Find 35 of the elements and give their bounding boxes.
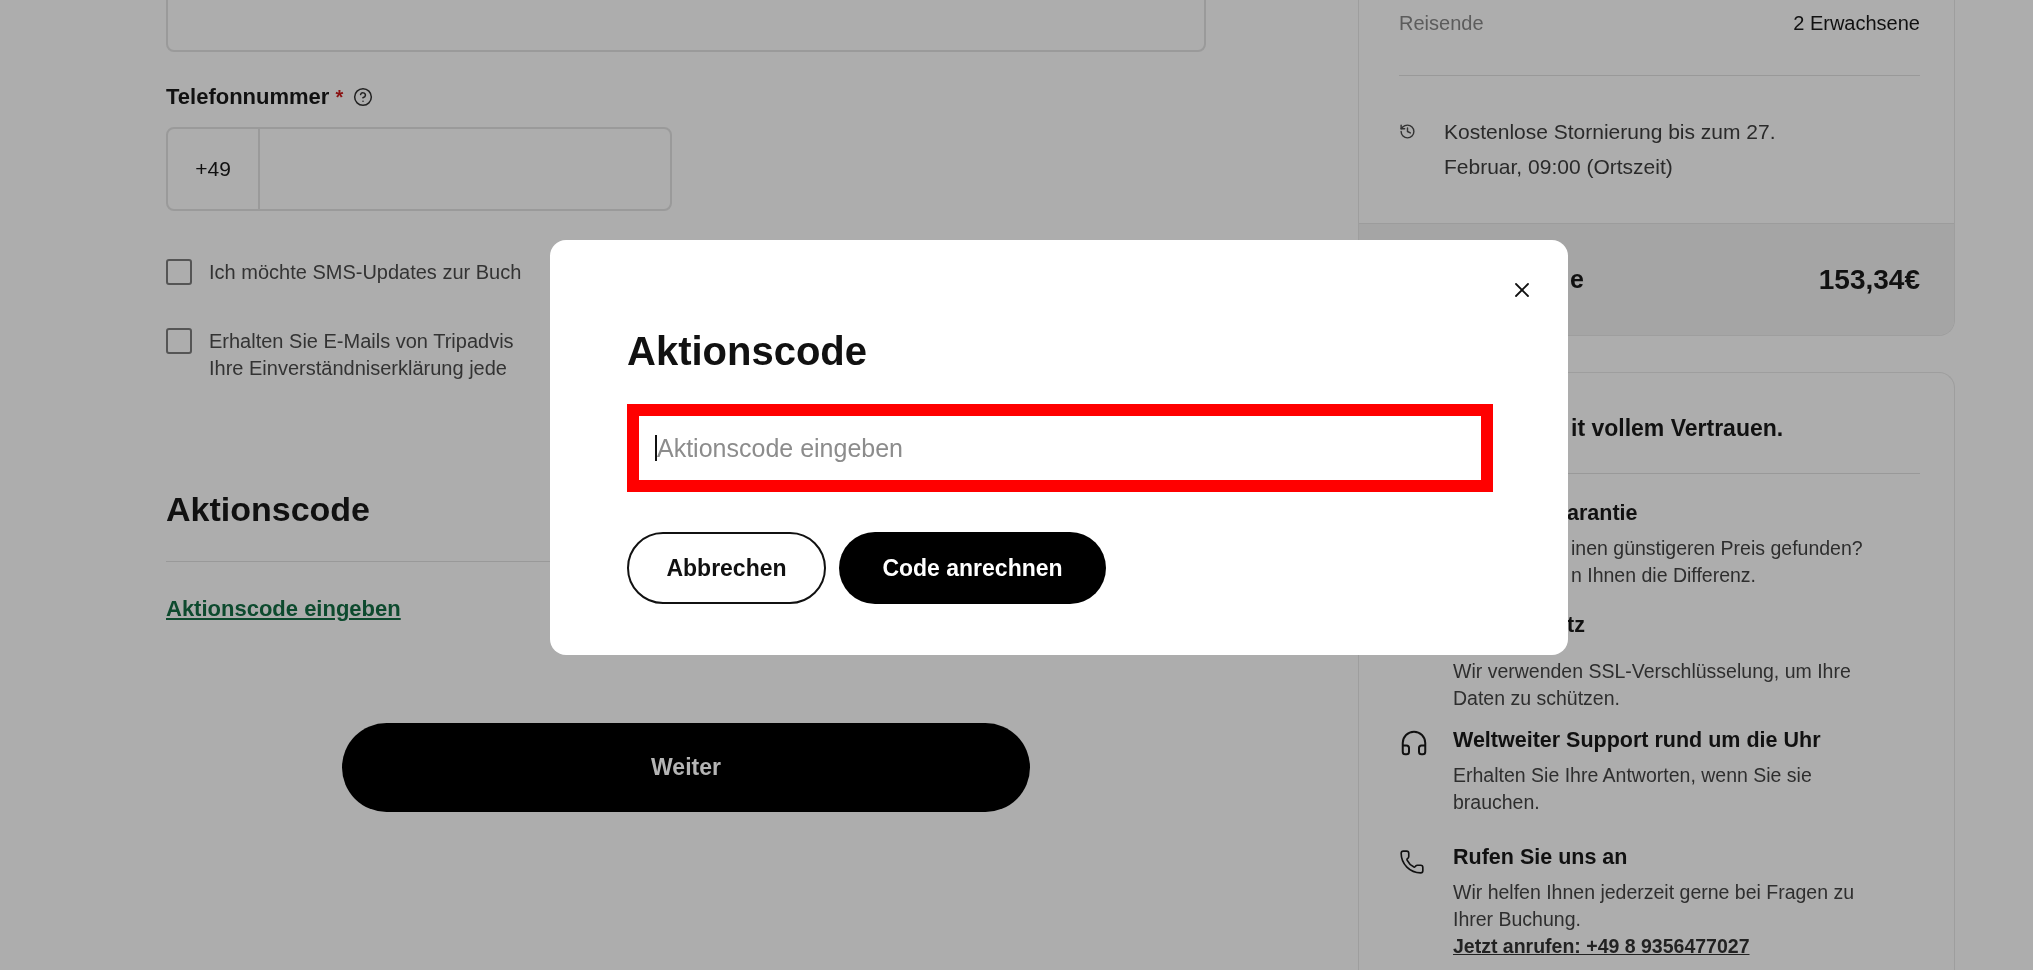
feature-title: tz [1567, 612, 1585, 639]
feature-title: Rufen Sie uns an [1453, 844, 1628, 871]
total-price: 153,34€ [1818, 262, 1920, 297]
promo-code-input[interactable]: Aktionscode eingeben [627, 404, 1493, 492]
required-mark: * [335, 85, 344, 110]
cancellation-note: Kostenlose Stornierung bis zum 27. Februar, 09:00 (Ortszeit) [1444, 119, 1776, 180]
section-heading: Aktionscode [166, 489, 371, 529]
help-icon[interactable] [353, 87, 374, 107]
feature-title: Weltweiter Support rund um die Uhr [1453, 727, 1821, 754]
checkbox[interactable] [166, 328, 192, 354]
field-label: Telefonnummer [166, 84, 330, 110]
clock-arrow-icon [1399, 123, 1416, 140]
consent-text: Ich möchte SMS-Updates zur Buch [209, 260, 522, 285]
feature-description: inen günstigeren Preis gefunden? n Ihnen die Differenz. [1571, 536, 1863, 588]
headphones-icon [1399, 728, 1429, 758]
phone-icon [1399, 849, 1425, 875]
total-label: e [1570, 263, 1584, 295]
cancel-button[interactable]: Abbrechen [627, 532, 826, 604]
travelers-label: Reisende [1399, 11, 1484, 36]
checkbox[interactable] [166, 259, 192, 285]
apply-code-button[interactable]: Code anrechnen [839, 532, 1106, 604]
consent-text: Erhalten Sie E-Mails von Tripadvis Ihre Einverständniserklärung jede [209, 329, 514, 381]
promo-code-link[interactable]: Aktionscode eingeben [166, 596, 401, 622]
feature-description: Wir verwenden SSL-Verschlüsselung, um Ihre Daten zu schützen. [1453, 659, 1851, 711]
phone-field[interactable]: +49 [166, 127, 672, 211]
feature-description: Wir helfen Ihnen jederzeit gerne bei Fragen zu Ihrer Buchung. [1453, 880, 1855, 932]
text-cursor-icon [655, 435, 657, 461]
call-link[interactable]: Jetzt anrufen: +49 8 9356477027 [1453, 933, 1750, 960]
card-heading: it vollem Vertrauen. [1571, 414, 1784, 443]
dialog-title: Aktionscode [627, 328, 868, 374]
country-code[interactable]: +49 [168, 129, 260, 209]
travelers-value: 2 Erwachsene [1793, 11, 1920, 36]
feature-title: arantie [1567, 500, 1638, 527]
feature-description: Erhalten Sie Ihre Antworten, wenn Sie sie brauchen. [1453, 763, 1812, 815]
continue-button[interactable]: Weiter [342, 723, 1030, 812]
